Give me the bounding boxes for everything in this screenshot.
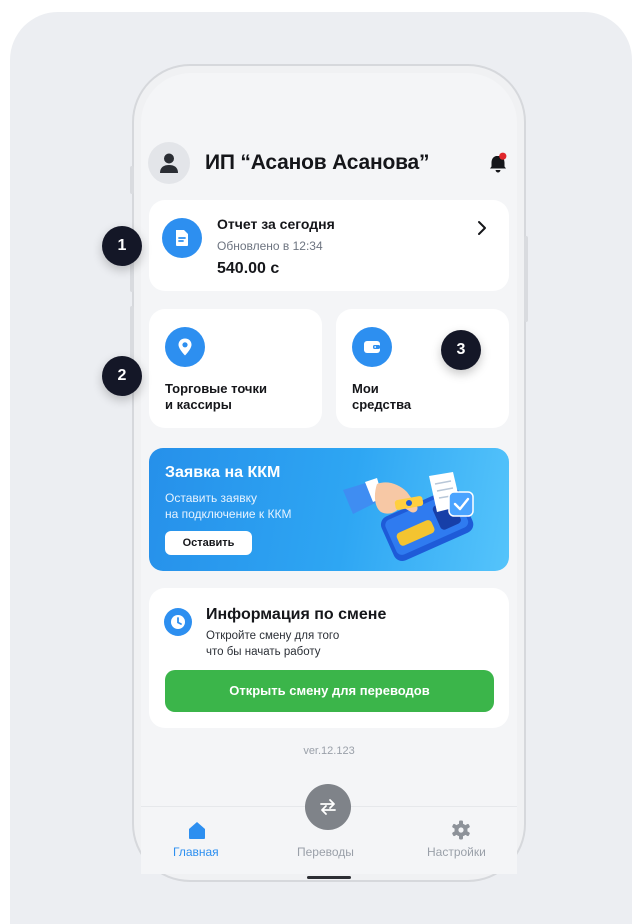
badge-1: 1 [102,226,142,266]
shift-card: Информация по смене Откройте смену для т… [149,588,509,728]
outlets-icon-circle [165,327,205,367]
clock-icon [171,615,185,629]
bell-icon[interactable] [487,152,509,174]
banner-subtitle: Оставить заявку на подключение к ККМ [165,491,292,521]
shift-icon-circle [164,608,192,636]
funds-icon-circle [352,327,392,367]
tab-settings-label: Настройки [427,845,486,859]
tab-home-label: Главная [173,845,219,859]
tab-home[interactable]: Главная [165,815,229,863]
tab-settings[interactable]: Настройки [421,815,501,863]
outlets-tile[interactable]: Торговые точки и кассиры [149,309,322,428]
pos-terminal-illustration [343,472,474,562]
wallet-icon [364,341,380,353]
report-updated: Обновлено в 12:34 [217,239,323,253]
transfer-fab-button[interactable] [305,784,351,830]
gear-icon [452,820,470,840]
outlets-label: Торговые точки и кассиры [165,381,267,412]
kkm-banner[interactable]: Заявка на ККМ Оставить заявку на подключ… [149,448,509,571]
transfer-icon [320,799,336,815]
open-shift-button[interactable]: Открыть смену для переводов [165,670,494,712]
home-icon [189,822,205,839]
app-version: ver.12.123 [303,745,355,757]
leave-request-button[interactable]: Оставить [165,531,252,555]
shift-subtitle: Откройте смену для того что бы начать ра… [206,630,340,658]
phone-side-button [130,166,134,194]
funds-label: Мои средства [352,381,412,412]
tab-transfers-label: Переводы [297,845,354,859]
banner-title: Заявка на ККМ [165,464,281,481]
badge-2: 2 [102,356,142,396]
report-title: Отчет за сегодня [217,216,335,232]
avatar[interactable] [148,142,190,184]
phone-side-button [524,236,528,322]
report-amount: 540.00 с [217,260,280,277]
home-indicator [307,876,351,879]
app-header: ИП “Асанов Асанова” [148,142,518,186]
page-title: ИП “Асанов Асанова” [205,151,430,174]
shift-title: Информация по смене [206,606,387,623]
chevron-right-icon [478,221,486,235]
badge-3: 3 [441,330,481,370]
tab-transfers[interactable]: Переводы [291,835,365,863]
user-icon [160,153,178,173]
report-card[interactable]: Отчет за сегодня Обновлено в 12:34 540.0… [149,200,509,291]
funds-tile[interactable]: Мои средства [336,309,509,428]
notification-dot [499,152,507,160]
report-icon-circle [162,218,202,258]
document-icon [176,230,188,246]
location-pin-icon [178,338,192,356]
